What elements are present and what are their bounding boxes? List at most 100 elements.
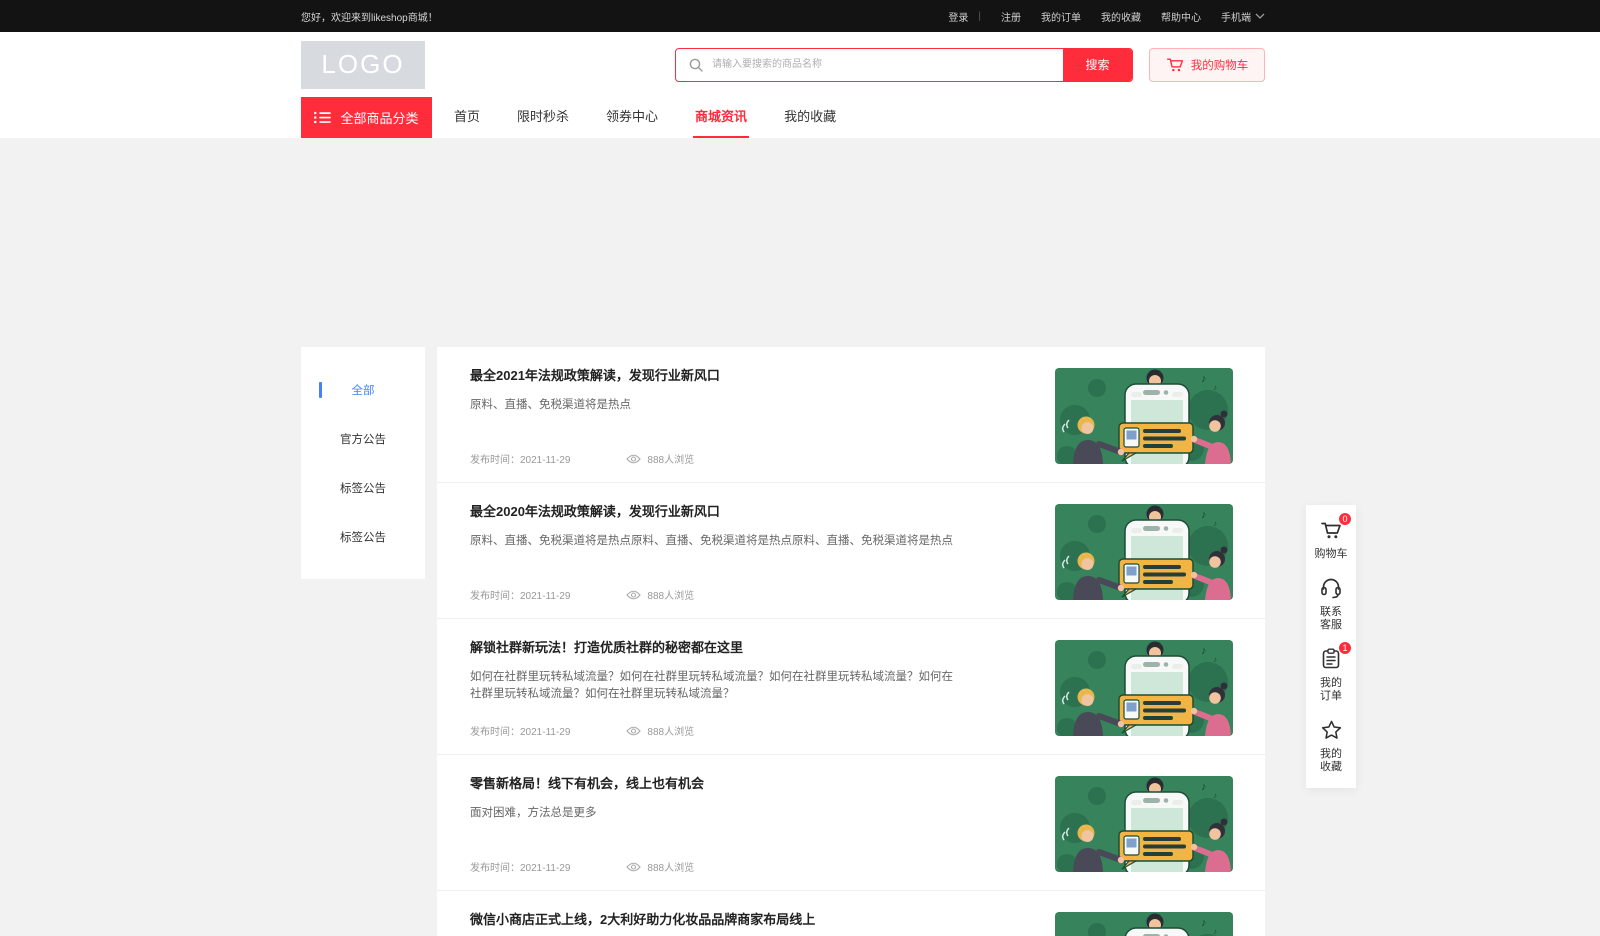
cart-badge: 0 — [1338, 512, 1352, 526]
search-button[interactable]: 搜索 — [1063, 48, 1132, 82]
eye-icon — [626, 590, 641, 600]
publish-time-label: 发布时间： — [470, 591, 520, 602]
article-date: 2021-11-29 — [520, 727, 570, 738]
my-cart-button[interactable]: 我的购物车 — [1149, 48, 1265, 82]
main-content: 全部 官方公告 标签公告 标签公告 最全2021年法规政策解读，发现行业新风口 … — [301, 347, 1265, 936]
orders-badge: 1 — [1338, 641, 1352, 655]
sidebar-category[interactable]: 标签公告 — [301, 512, 425, 561]
nav-item[interactable]: 商城资讯 — [693, 97, 749, 138]
svg-text:♪: ♪ — [1201, 509, 1207, 521]
chevron-down-icon — [1255, 13, 1265, 19]
phone-chat-illustration: ♪ ♪ — [1055, 776, 1233, 872]
divider: | — [978, 11, 981, 22]
sidebar-category[interactable]: 官方公告 — [301, 414, 425, 463]
article-summary: 如何在社群里玩转私域流量？如何在社群里玩转私域流量？如何在社群里玩转私域流量？如… — [470, 669, 962, 703]
topbar-link[interactable]: 我的收藏 — [1101, 9, 1141, 24]
article-item[interactable]: 解锁社群新玩法！打造优质社群的秘密都在这里 如何在社群里玩转私域流量？如何在社群… — [437, 619, 1265, 755]
view-count: 888人浏览 — [626, 859, 694, 874]
publish-time: 发布时间：2021-11-29 — [470, 859, 570, 874]
nav-item[interactable]: 限时秒杀 — [515, 97, 571, 138]
publish-time-label: 发布时间： — [470, 455, 520, 466]
all-categories-label: 全部商品分类 — [340, 108, 418, 127]
article-views: 888人浏览 — [647, 859, 694, 874]
article-item[interactable]: 微信小商店正式上线，2大利好助力化妆品品牌商家布局线上 ♪ ♪ — [437, 891, 1265, 936]
svg-text:♪: ♪ — [1213, 655, 1217, 664]
svg-text:♪: ♪ — [1201, 917, 1207, 929]
article-item[interactable]: 零售新格局！线下有机会，线上也有机会 面对困难，方法总是更多 发布时间：2021… — [437, 755, 1265, 891]
topbar-link-label: 手机端 — [1221, 9, 1251, 24]
phone-chat-illustration: ♪ ♪ — [1055, 912, 1233, 936]
phone-chat-illustration: ♪ ♪ — [1055, 368, 1233, 464]
article-thumbnail[interactable]: ♪ ♪ — [1055, 368, 1233, 464]
view-count: 888人浏览 — [626, 451, 694, 466]
float-orders-label: 我的订单 — [1319, 677, 1343, 703]
welcome-text: 您好，欢迎来到likeshop商城！ — [301, 9, 438, 24]
float-orders-button[interactable]: 1 我的订单 — [1318, 647, 1344, 703]
float-service-button[interactable]: 联系客服 — [1318, 576, 1344, 632]
sidebar-category-label: 全部 — [352, 382, 375, 398]
publish-time: 发布时间：2021-11-29 — [470, 451, 570, 466]
topbar-links: 登录 | 注册 我的订单 我的收藏 — [928, 9, 1265, 24]
float-service-label: 联系客服 — [1319, 606, 1343, 632]
topbar-link-label: 我的订单 — [1041, 9, 1081, 24]
phone-chat-illustration: ♪ ♪ — [1055, 504, 1233, 600]
phone-chat-illustration: ♪ ♪ — [1055, 640, 1233, 736]
article-item[interactable]: 最全2020年法规政策解读，发现行业新风口 原料、直播、免税渠道将是热点原料、直… — [437, 483, 1265, 619]
article-list: 最全2021年法规政策解读，发现行业新风口 原料、直播、免税渠道将是热点 发布时… — [437, 347, 1265, 936]
search-input[interactable] — [712, 49, 1063, 81]
eye-icon — [626, 726, 641, 736]
sidebar-category-label: 官方公告 — [340, 431, 386, 447]
category-list-icon — [314, 111, 331, 124]
article-views: 888人浏览 — [647, 723, 694, 738]
logo[interactable]: LOGO — [301, 41, 425, 89]
star-icon — [1320, 719, 1343, 742]
topbar-link[interactable]: 我的订单 — [1041, 9, 1081, 24]
topbar-link[interactable]: 登录 | — [948, 9, 981, 24]
article-thumbnail[interactable]: ♪ ♪ — [1055, 776, 1233, 872]
headset-icon — [1319, 577, 1343, 599]
svg-text:♪: ♪ — [1213, 927, 1217, 936]
eye-icon — [626, 862, 641, 872]
nav-item[interactable]: 我的收藏 — [782, 97, 838, 138]
topbar: 您好，欢迎来到likeshop商城！ 登录 | 注册 我的订单 — [0, 0, 1600, 32]
nav-item[interactable]: 首页 — [452, 97, 482, 138]
nav-menu: 首页 限时秒杀 领券中心 商城资讯 我的收藏 — [452, 97, 838, 138]
float-favorites-button[interactable]: 我的收藏 — [1318, 718, 1344, 774]
topbar-link-label: 帮助中心 — [1161, 9, 1201, 24]
publish-time: 发布时间：2021-11-29 — [470, 587, 570, 602]
cart-icon — [1166, 56, 1184, 73]
float-cart-label: 购物车 — [1315, 548, 1348, 561]
eye-icon — [626, 454, 641, 464]
topbar-link-label: 注册 — [1001, 9, 1021, 24]
article-summary: 面对困难，方法总是更多 — [470, 805, 962, 822]
article-thumbnail[interactable]: ♪ ♪ — [1055, 640, 1233, 736]
sidebar-category[interactable]: 标签公告 — [301, 463, 425, 512]
sidebar-category-label: 标签公告 — [340, 480, 386, 496]
search-icon — [688, 57, 704, 73]
article-date: 2021-11-29 — [520, 863, 570, 874]
sidebar-category[interactable]: 全部 — [301, 365, 425, 414]
article-thumbnail[interactable]: ♪ ♪ — [1055, 504, 1233, 600]
svg-text:♪: ♪ — [1213, 383, 1217, 392]
publish-time: 发布时间：2021-11-29 — [470, 723, 570, 738]
active-indicator — [319, 382, 322, 398]
svg-text:♪: ♪ — [1213, 519, 1217, 528]
svg-text:♪: ♪ — [1201, 645, 1207, 657]
topbar-link[interactable]: 注册 — [1001, 9, 1021, 24]
article-views: 888人浏览 — [647, 587, 694, 602]
topbar-link[interactable]: 手机端 — [1221, 9, 1265, 24]
svg-text:♪: ♪ — [1213, 791, 1217, 800]
category-sidebar: 全部 官方公告 标签公告 标签公告 — [301, 347, 425, 579]
topbar-link[interactable]: 帮助中心 — [1161, 9, 1201, 24]
view-count: 888人浏览 — [626, 587, 694, 602]
float-cart-button[interactable]: 0 购物车 — [1315, 518, 1348, 561]
article-thumbnail[interactable]: ♪ ♪ — [1055, 912, 1233, 936]
my-cart-label: 我的购物车 — [1191, 57, 1249, 73]
article-item[interactable]: 最全2021年法规政策解读，发现行业新风口 原料、直播、免税渠道将是热点 发布时… — [437, 347, 1265, 483]
all-categories-button[interactable]: 全部商品分类 — [301, 97, 432, 138]
article-summary: 原料、直播、免税渠道将是热点原料、直播、免税渠道将是热点原料、直播、免税渠道将是… — [470, 533, 962, 550]
publish-time-label: 发布时间： — [470, 863, 520, 874]
topbar-link-label: 我的收藏 — [1101, 9, 1141, 24]
article-date: 2021-11-29 — [520, 455, 570, 466]
nav-item[interactable]: 领券中心 — [604, 97, 660, 138]
